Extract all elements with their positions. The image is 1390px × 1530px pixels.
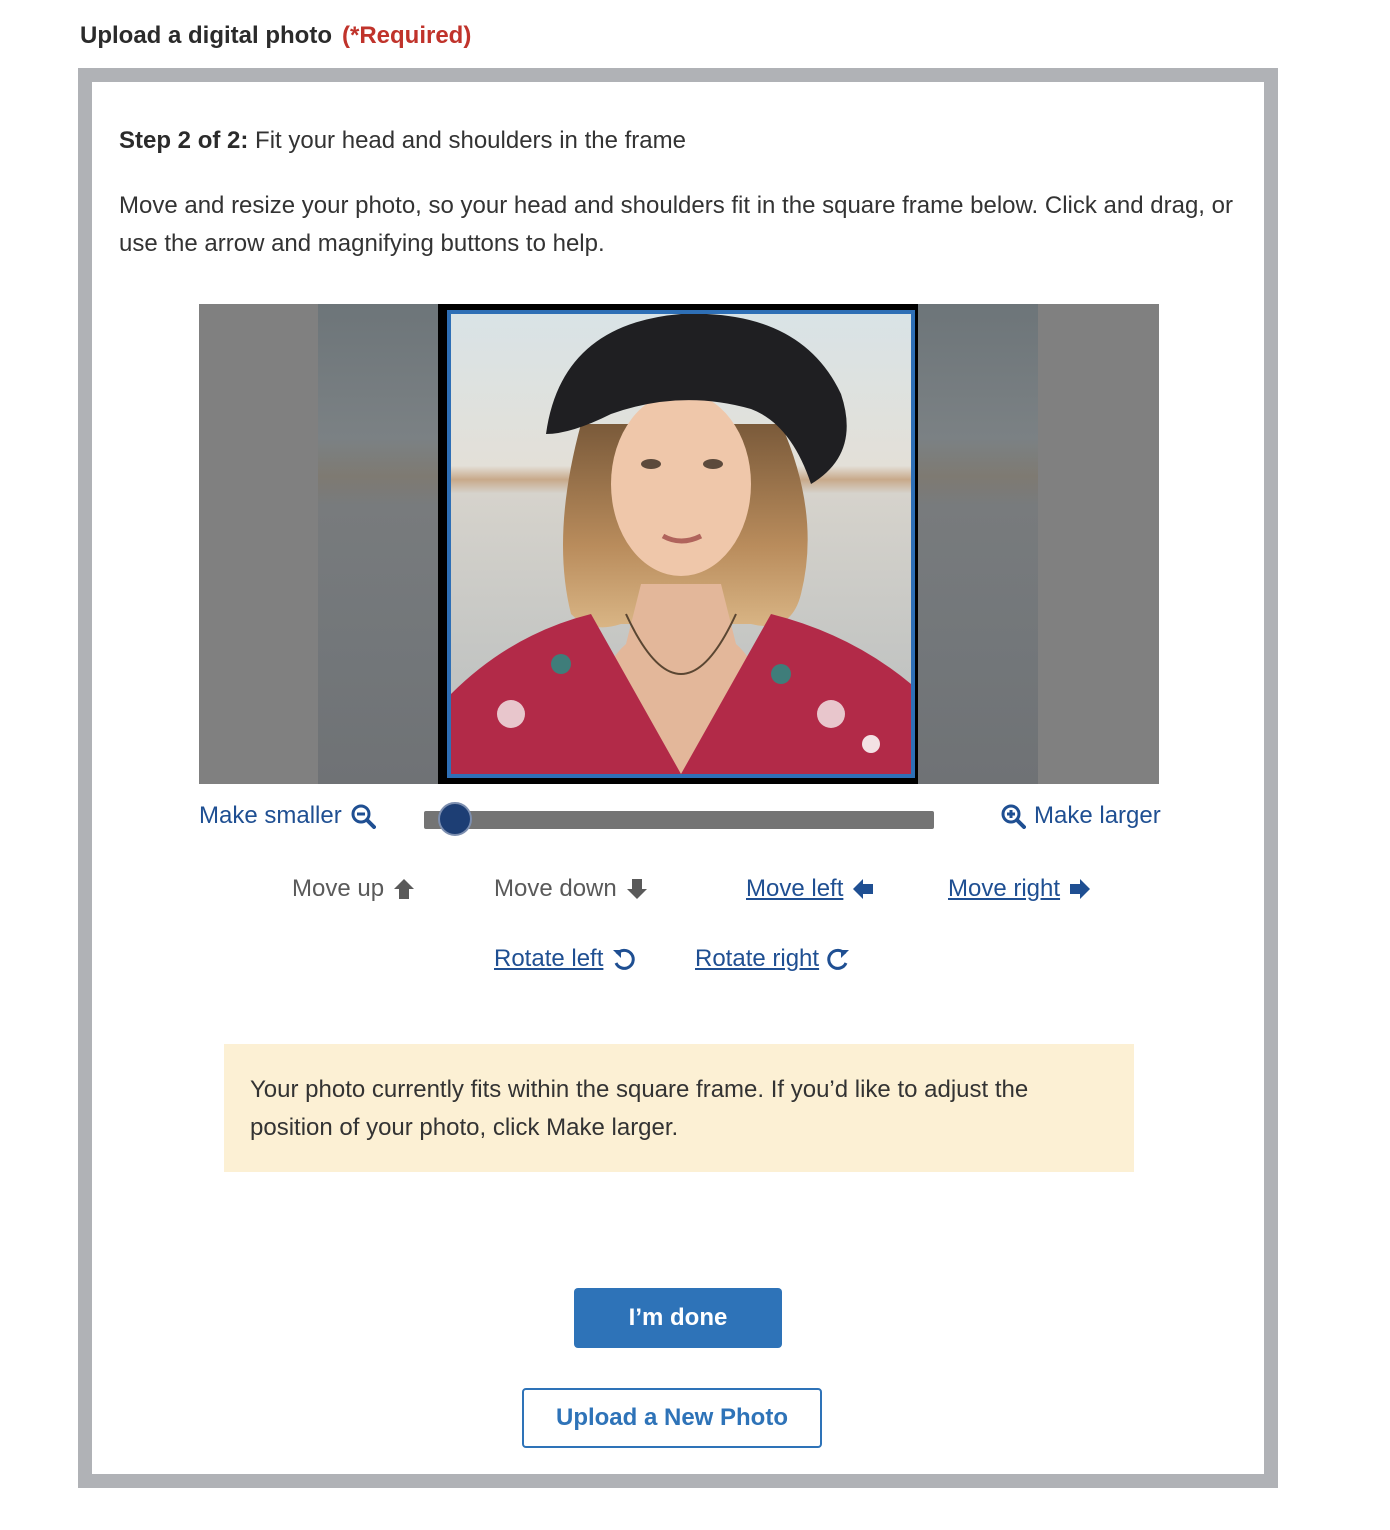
rotate-left-button[interactable]: Rotate left	[494, 945, 636, 973]
rotate-right-button[interactable]: Rotate right	[695, 945, 851, 973]
zoom-in-icon	[1001, 804, 1026, 829]
move-down-label: Move down	[494, 875, 617, 902]
move-left-label: Move left	[746, 875, 844, 902]
instructions: Move and resize your photo, so your head…	[119, 192, 1233, 257]
move-right-button[interactable]: Move right	[948, 875, 1092, 903]
field-label: Upload a digital photo (*Required)	[80, 22, 471, 50]
done-button[interactable]: I’m done	[574, 1288, 782, 1348]
step-heading: Step 2 of 2: Fit your head and shoulders…	[119, 127, 686, 155]
move-left-button[interactable]: Move left	[746, 875, 875, 903]
zoom-slider-thumb[interactable]	[438, 802, 473, 836]
zoom-slider-track[interactable]	[424, 811, 934, 829]
rotate-right-icon	[827, 948, 850, 970]
move-up-button[interactable]: Move up	[292, 875, 416, 903]
photo-upload-panel: Step 2 of 2: Fit your head and shoulders…	[78, 68, 1278, 1488]
required-marker: (*Required)	[341, 22, 472, 49]
move-down-button[interactable]: Move down	[494, 875, 649, 903]
step-text: Fit your head and shoulders in the frame	[255, 127, 686, 154]
photo-upload-content: Step 2 of 2: Fit your head and shoulders…	[92, 82, 1264, 1474]
make-larger-label: Make larger	[1034, 802, 1161, 829]
make-smaller-label: Make smaller	[199, 802, 342, 829]
move-right-label: Move right	[948, 875, 1061, 902]
arrow-right-icon	[1070, 879, 1091, 899]
make-smaller-button[interactable]: Make smaller	[199, 802, 376, 830]
rotate-left-icon	[613, 948, 636, 970]
crop-frame[interactable]	[447, 310, 915, 778]
upload-new-photo-button[interactable]: Upload a New Photo	[522, 1388, 822, 1448]
zoom-out-icon	[351, 804, 376, 829]
fit-notice: Your photo currently fits within the squ…	[224, 1044, 1134, 1172]
arrow-down-icon	[626, 879, 647, 899]
rotate-right-label: Rotate right	[695, 945, 820, 972]
portrait-photo	[451, 314, 911, 774]
rotate-left-label: Rotate left	[494, 945, 604, 972]
make-larger-button[interactable]: Make larger	[1000, 802, 1161, 830]
field-label-text: Upload a digital photo	[80, 22, 332, 49]
step-prefix: Step 2 of 2:	[119, 127, 249, 154]
move-up-label: Move up	[292, 875, 385, 902]
photo-crop-area[interactable]	[199, 304, 1159, 784]
arrow-up-icon	[394, 879, 415, 899]
arrow-left-icon	[853, 879, 874, 899]
